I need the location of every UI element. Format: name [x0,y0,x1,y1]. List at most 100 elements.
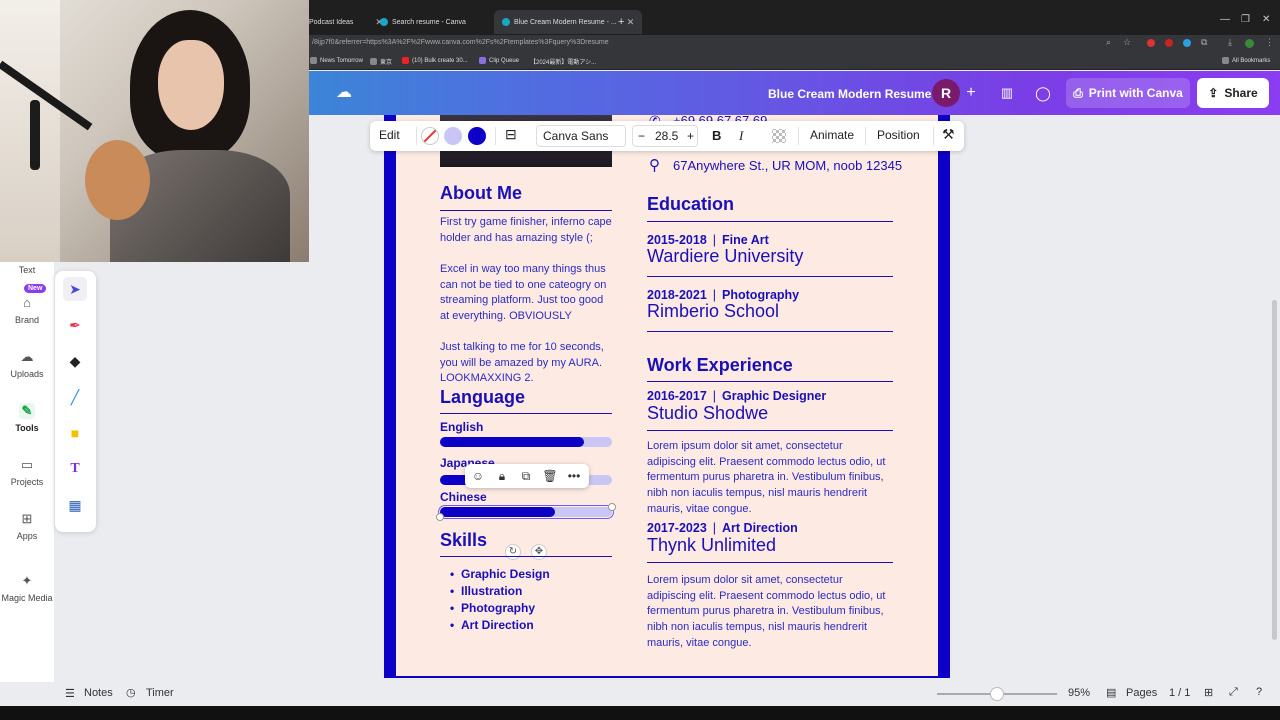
profile-icon[interactable] [1245,39,1254,48]
comment-add-icon[interactable]: ☺ [470,468,486,484]
skills-heading[interactable]: Skills [440,530,487,551]
rotate-icon[interactable]: ↻ [505,544,521,560]
bookmark-item[interactable]: 東京 [370,57,392,66]
school-name[interactable]: Wardiere University [647,246,803,267]
no-color-swatch[interactable] [421,127,439,145]
work-description[interactable]: Lorem ipsum dolor sit amet, consectetur … [647,439,893,518]
bookmark-item[interactable]: 【2024最新】電動アシ... [530,57,596,66]
bookmark-item[interactable]: News Tomorrow [310,57,363,64]
comment-icon[interactable]: ◯ [1029,79,1057,107]
work-description[interactable]: Lorem ipsum dolor sit amet, consectetur … [647,573,893,652]
vertical-scrollbar[interactable] [1272,300,1277,640]
help-icon[interactable]: ? [1256,686,1262,698]
cloud-sync-icon[interactable]: ☁ [330,79,358,107]
more-options-icon[interactable]: ••• [566,468,582,484]
bookmark-item[interactable]: (10) Bulk create 30... [402,57,468,64]
education-entry-header[interactable]: 2018-2021 | Photography [647,288,799,302]
tab-search-resume[interactable]: Search resume - Canva ✕ [380,14,505,30]
animate-button[interactable]: Animate [810,128,854,142]
skill-item[interactable]: Graphic Design [450,567,550,581]
about-paragraph-3[interactable]: Just talking to me for 10 seconds, you w… [440,340,612,387]
pen-icon[interactable]: ✒ [63,313,87,337]
zoom-percentage[interactable]: 95% [1068,687,1090,699]
font-size-value[interactable]: 28.5 [655,129,678,143]
education-heading[interactable]: Education [647,194,734,215]
maximize-icon[interactable]: ❐ [1241,14,1250,25]
border-style-icon[interactable]: ⊟ [505,126,517,143]
star-icon[interactable]: ☆ [1123,37,1131,48]
color-swatch-lavender[interactable] [444,127,462,145]
shapes-icon[interactable]: ◆ [63,349,87,373]
school-name[interactable]: Rimberio School [647,301,779,322]
notes-button[interactable]: Notes [84,687,113,699]
zoom-slider-thumb[interactable] [990,687,1004,701]
sidebar-item-magic-media[interactable]: ✦ Magic Media [0,573,54,603]
paint-roller-icon[interactable]: ⚒ [942,126,955,143]
edit-button[interactable]: Edit [379,128,400,142]
grid-view-icon[interactable]: ⊞ [1204,686,1213,699]
document-title[interactable]: Blue Cream Modern Resume [768,87,931,101]
menu-icon[interactable]: ⋮ [1265,37,1274,48]
select-cursor-icon[interactable]: ➤ [63,277,87,301]
pages-button[interactable]: Pages [1126,687,1157,699]
extensions-puzzle-icon[interactable]: ⧉ [1201,37,1207,48]
sidebar-item-projects[interactable]: ▭ Projects [0,457,54,487]
address-text[interactable]: 67Anywhere St., UR MOM, noob 12345 [673,158,902,173]
education-entry-header[interactable]: 2015-2018 | Fine Art [647,233,769,247]
work-entry-header[interactable]: 2017-2023 | Art Direction [647,521,798,535]
table-icon[interactable]: ▦ [63,493,87,517]
language-heading[interactable]: Language [440,387,525,408]
resize-handle[interactable] [436,513,444,521]
sidebar-item-tools[interactable]: ✎ Tools [0,403,54,433]
company-name[interactable]: Thynk Unlimited [647,535,776,556]
extension-icon[interactable] [1165,39,1173,47]
print-with-canva-button[interactable]: ⎙ Print with Canva [1066,78,1190,108]
skill-item[interactable]: Art Direction [450,618,534,632]
bold-button[interactable]: B [712,128,721,143]
trash-icon[interactable]: 🗑︎ [542,468,558,484]
add-collaborator-icon[interactable]: + [957,79,985,107]
increase-size-button[interactable]: + [687,129,694,143]
sticky-note-icon[interactable]: ■ [63,421,87,445]
close-icon[interactable]: ✕ [627,17,635,28]
sidebar-item-uploads[interactable]: ☁ Uploads [0,349,54,379]
work-experience-heading[interactable]: Work Experience [647,355,793,376]
language-name[interactable]: Chinese [440,490,487,504]
italic-button[interactable]: I [739,128,743,144]
extension-icon[interactable] [1147,39,1155,47]
new-tab-button[interactable]: + [618,14,624,30]
language-bar-selected[interactable] [438,505,614,519]
duplicate-icon[interactable]: ⧉ [518,468,534,484]
download-icon[interactable]: ⤓ [1228,37,1232,48]
fullscreen-icon[interactable]: ⤢ [1229,686,1238,699]
all-bookmarks[interactable]: All Bookmarks [1222,57,1270,64]
about-me-heading[interactable]: About Me [440,183,522,204]
language-name[interactable]: English [440,420,483,434]
resize-handle[interactable] [608,503,616,511]
share-button[interactable]: ⇪ Share [1197,78,1269,108]
avatar[interactable]: R [932,79,960,107]
about-paragraph-1[interactable]: First try game finisher, inferno cape ho… [440,215,612,246]
font-size-stepper[interactable]: − 28.5 + [632,125,698,147]
tab-podcast-ideas[interactable]: Podcast Ideas ✕ [309,14,383,30]
language-bar[interactable] [440,437,612,447]
resume-page[interactable]: ✆ +69 69 67 67 69 ⚲ 67Anywhere St., UR M… [384,113,950,678]
extension-icon[interactable] [1183,39,1191,47]
text-tool-icon[interactable]: T [63,457,87,481]
sidebar-item-brand[interactable]: ⌂ Brand [0,295,54,325]
company-name[interactable]: Studio Shodwe [647,403,768,424]
skill-item[interactable]: Illustration [450,584,522,598]
zoom-slider-track[interactable] [937,687,1057,701]
decrease-size-button[interactable]: − [638,129,645,143]
analytics-icon[interactable]: ▥ [993,79,1021,107]
bookmark-item[interactable]: Clip Queue [479,57,519,64]
font-selector[interactable]: Canva Sans [536,125,626,147]
minimize-icon[interactable]: — [1220,14,1230,25]
line-icon[interactable]: ╱ [63,385,87,409]
about-paragraph-2[interactable]: Excel in way too many things thus can no… [440,262,612,325]
position-button[interactable]: Position [877,128,920,142]
sidebar-item-apps[interactable]: ⊞ Apps [0,511,54,541]
transparency-icon[interactable] [772,129,786,143]
work-entry-header[interactable]: 2016-2017 | Graphic Designer [647,389,826,403]
zoom-icon[interactable]: ⌕ [1106,37,1111,48]
